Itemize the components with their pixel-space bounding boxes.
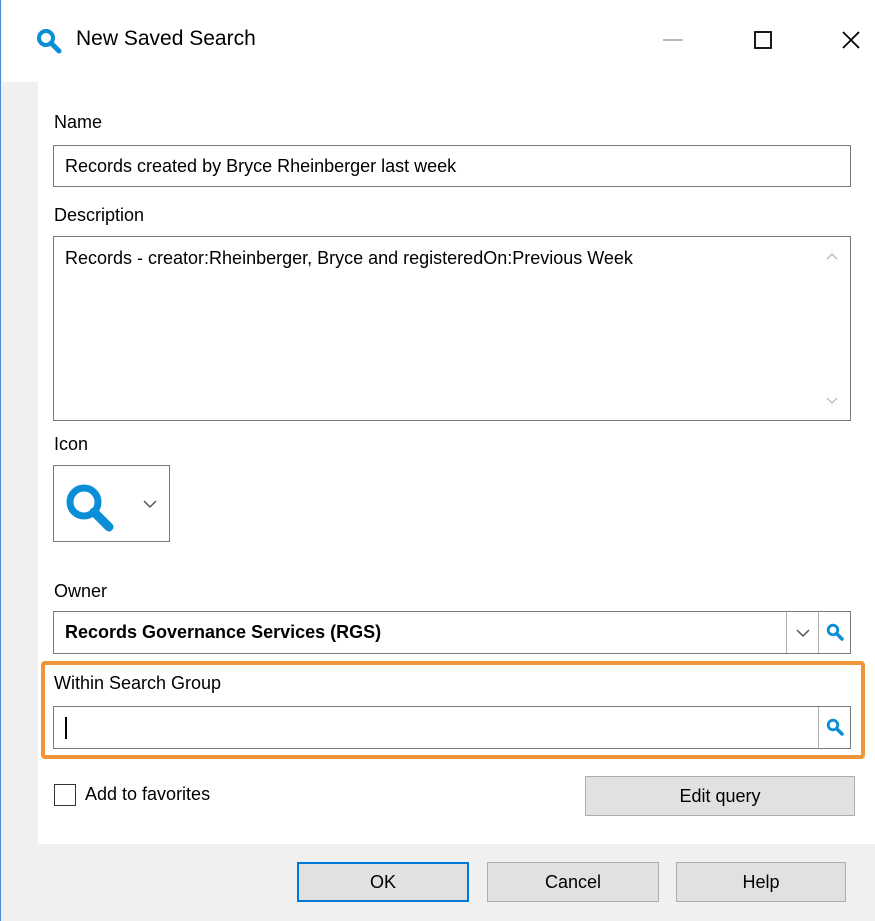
ok-button[interactable]: OK	[297, 862, 469, 902]
search-icon	[37, 29, 62, 54]
description-text: Records - creator:Rheinberger, Bryce and…	[65, 248, 633, 268]
close-button[interactable]	[828, 20, 874, 60]
within-search-group-label: Within Search Group	[54, 673, 222, 693]
icon-label: Icon	[54, 434, 89, 454]
search-icon	[826, 718, 844, 736]
owner-combobox[interactable]: Records Governance Services (RGS)	[53, 611, 851, 654]
scroll-up-icon[interactable]	[826, 252, 838, 260]
chevron-down-icon	[796, 629, 810, 638]
maximize-button[interactable]	[740, 20, 786, 60]
new-saved-search-dialog: New Saved Search Name Records created by…	[0, 0, 875, 921]
icon-picker[interactable]	[53, 465, 170, 542]
help-button[interactable]: Help	[676, 862, 846, 902]
within-search-group-lookup-button[interactable]	[818, 707, 850, 748]
description-label: Description	[54, 205, 145, 225]
name-label: Name	[54, 112, 103, 132]
owner-dropdown-button[interactable]	[786, 612, 818, 653]
minimize-icon	[663, 39, 683, 41]
maximize-icon	[754, 31, 772, 49]
cancel-button[interactable]: Cancel	[487, 862, 659, 902]
search-icon	[66, 484, 114, 532]
scroll-down-icon[interactable]	[826, 397, 838, 405]
name-field[interactable]: Records created by Bryce Rheinberger las…	[53, 145, 851, 187]
close-icon	[842, 31, 860, 49]
title-bar[interactable]: New Saved Search	[2, 0, 875, 82]
text-cursor	[65, 717, 67, 739]
chevron-down-icon	[143, 500, 157, 509]
add-to-favorites-checkbox[interactable]	[54, 784, 76, 806]
edit-query-button[interactable]: Edit query	[585, 776, 855, 816]
within-search-group-field[interactable]	[53, 706, 851, 749]
description-scrollbar[interactable]	[815, 238, 849, 419]
window-title: New Saved Search	[76, 27, 256, 50]
owner-label: Owner	[54, 581, 108, 601]
description-textarea[interactable]: Records - creator:Rheinberger, Bryce and…	[53, 236, 851, 421]
add-to-favorites-label[interactable]: Add to favorites	[85, 784, 210, 805]
owner-lookup-button[interactable]	[818, 612, 850, 653]
owner-value: Records Governance Services (RGS)	[65, 622, 382, 642]
search-icon	[826, 623, 844, 641]
minimize-button[interactable]	[650, 20, 696, 60]
